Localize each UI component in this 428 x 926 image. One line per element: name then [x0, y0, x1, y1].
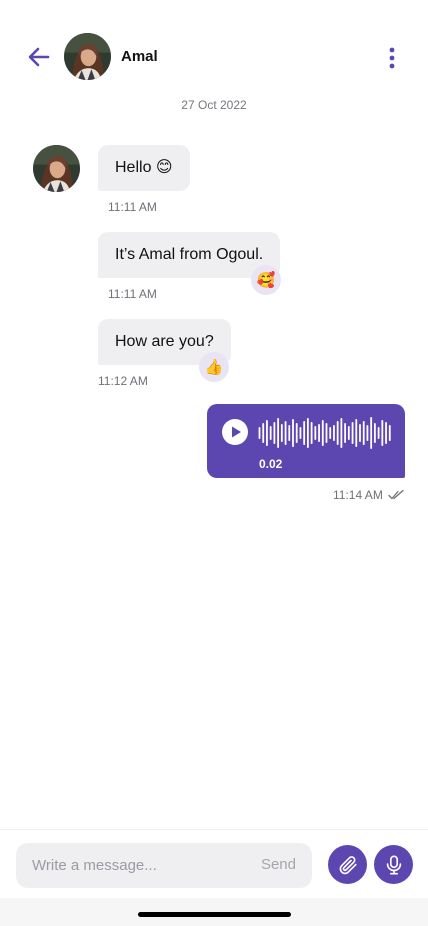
- waveform-bar: [314, 426, 317, 440]
- contact-name: Amal: [121, 48, 158, 65]
- play-button[interactable]: [222, 419, 248, 445]
- double-check-icon: [388, 489, 404, 500]
- waveform-bar: [359, 424, 361, 442]
- waveform[interactable]: [258, 416, 392, 450]
- waveform-bar: [321, 420, 324, 446]
- attach-button[interactable]: [328, 845, 367, 884]
- waveform-bar: [258, 427, 261, 439]
- waveform-bar: [362, 421, 365, 445]
- waveform-bar: [388, 425, 391, 441]
- reaction-badge[interactable]: 👍: [199, 352, 229, 382]
- waveform-bar: [340, 418, 343, 448]
- contact-avatar[interactable]: [64, 33, 111, 80]
- message-input[interactable]: [32, 843, 252, 888]
- waveform-bar: [266, 420, 268, 446]
- message-bubble[interactable]: Hello 😊: [98, 145, 190, 191]
- waveform-bar: [366, 425, 369, 441]
- waveform-bar: [344, 423, 347, 443]
- voice-duration: 0.02: [259, 457, 283, 471]
- waveform-bar: [333, 425, 335, 441]
- waveform-bar: [318, 424, 320, 442]
- waveform-bar: [351, 422, 354, 444]
- waveform-bar: [288, 425, 291, 441]
- more-options-button[interactable]: [384, 46, 400, 70]
- waveform-bar: [310, 422, 313, 444]
- waveform-bar: [336, 421, 339, 445]
- waveform-bar: [370, 417, 373, 449]
- waveform-bar: [277, 418, 280, 448]
- home-indicator[interactable]: [138, 912, 291, 917]
- waveform-bar: [269, 426, 272, 440]
- waveform-bar: [284, 421, 287, 445]
- message-time: 11:12 AM: [98, 374, 148, 388]
- sender-avatar[interactable]: [33, 145, 80, 192]
- waveform-bar: [262, 423, 265, 443]
- waveform-bar: [325, 423, 328, 443]
- waveform-bar: [280, 424, 283, 442]
- paperclip-icon: [339, 855, 357, 874]
- microphone-button[interactable]: [374, 845, 413, 884]
- message-time: 11:14 AM: [333, 488, 383, 502]
- arrow-left-icon: [28, 47, 50, 67]
- reaction-badge[interactable]: 🥰: [251, 265, 281, 295]
- waveform-bar: [273, 422, 276, 444]
- waveform-bar: [329, 427, 332, 439]
- waveform-bar: [299, 427, 302, 439]
- send-button[interactable]: Send: [261, 856, 296, 873]
- waveform-bar: [295, 423, 298, 443]
- microphone-icon: [386, 854, 401, 875]
- play-icon: [232, 426, 241, 438]
- message-time: 11:11 AM: [108, 200, 157, 214]
- more-vertical-icon: [389, 47, 395, 69]
- waveform-bar: [355, 419, 358, 447]
- waveform-bar: [381, 420, 384, 446]
- message-time: 11:11 AM: [108, 287, 157, 301]
- date-separator: 27 Oct 2022: [181, 98, 247, 112]
- waveform-bar: [385, 422, 387, 444]
- waveform-bar: [347, 426, 350, 440]
- waveform-bar: [306, 418, 309, 448]
- waveform-bar: [303, 421, 306, 445]
- waveform-bar: [377, 427, 380, 439]
- chat-header: Amal: [0, 0, 428, 110]
- waveform-bar: [373, 423, 376, 443]
- message-input-container: Send: [16, 843, 312, 888]
- waveform-bar: [292, 419, 294, 447]
- back-button[interactable]: [26, 44, 52, 70]
